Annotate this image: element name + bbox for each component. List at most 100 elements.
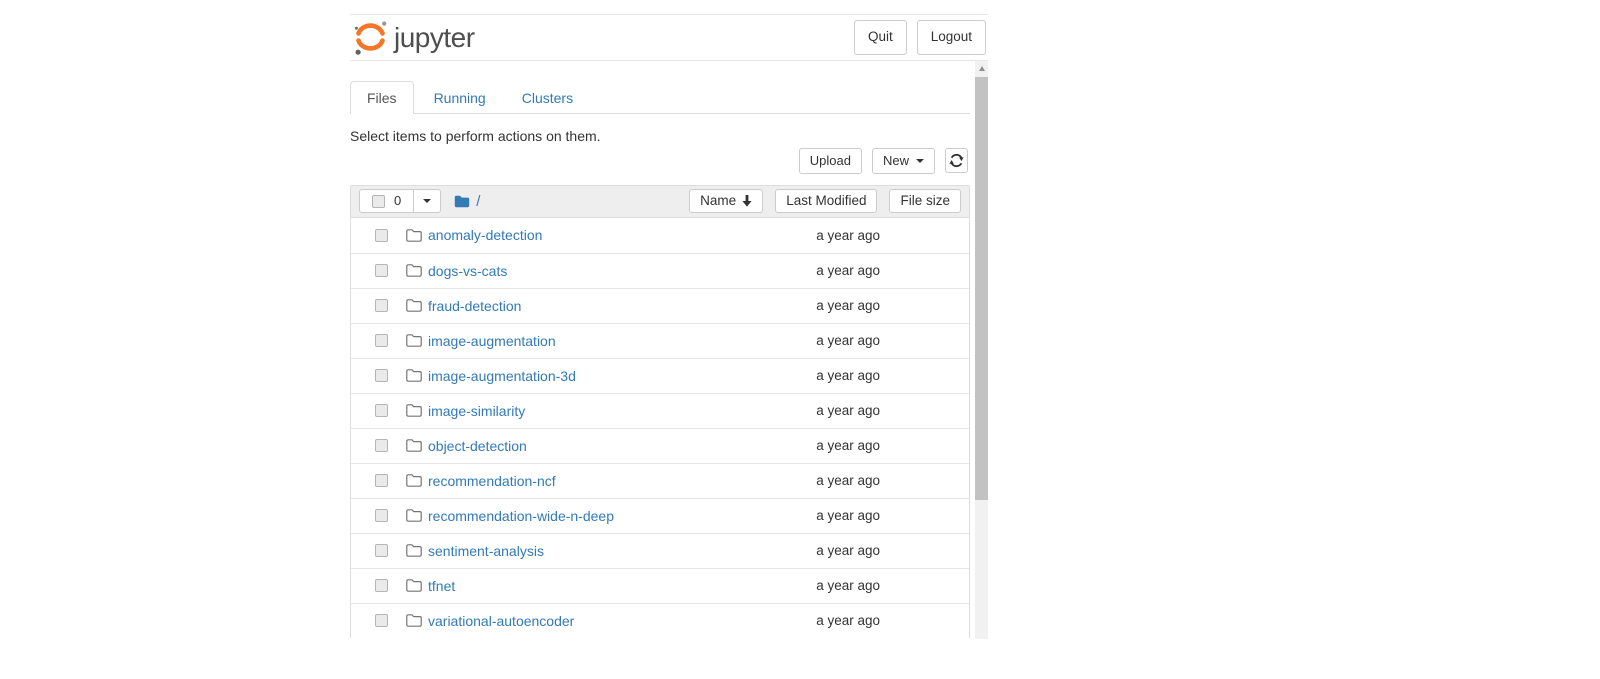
table-row: anomaly-detection a year ago: [351, 218, 969, 253]
jupyter-logo-text: jupyter: [394, 24, 475, 52]
table-row: tfnet a year ago: [351, 568, 969, 603]
folder-outline-icon: [406, 614, 422, 627]
folder-outline-icon: [406, 369, 422, 382]
row-checkbox[interactable]: [375, 614, 388, 627]
folder-outline-icon: [406, 439, 422, 452]
tab-files[interactable]: Files: [350, 81, 414, 114]
table-row: variational-autoencoder a year ago: [351, 603, 969, 638]
row-name-link[interactable]: image-augmentation: [428, 333, 556, 349]
row-name-link[interactable]: image-similarity: [428, 403, 525, 419]
row-checkbox[interactable]: [375, 334, 388, 347]
sort-name-label: Name: [700, 193, 736, 209]
sort-last-modified-button[interactable]: Last Modified: [775, 189, 877, 213]
row-modified: a year ago: [816, 333, 880, 348]
row-checkbox[interactable]: [375, 474, 388, 487]
new-dropdown-button[interactable]: New: [872, 148, 935, 174]
tab-bar: Files Running Clusters: [350, 81, 970, 114]
folder-outline-icon: [406, 264, 422, 277]
folder-outline-icon: [406, 229, 422, 242]
row-checkbox[interactable]: [375, 369, 388, 382]
row-modified: a year ago: [816, 578, 880, 593]
select-dropdown-button[interactable]: [414, 189, 441, 213]
folder-outline-icon: [406, 579, 422, 592]
toolbar: Upload New: [350, 148, 970, 174]
row-checkbox[interactable]: [375, 509, 388, 522]
content-viewport: Files Running Clusters Select items to p…: [350, 61, 970, 638]
row-modified: a year ago: [816, 508, 880, 523]
row-name-link[interactable]: object-detection: [428, 438, 527, 454]
row-checkbox[interactable]: [375, 439, 388, 452]
row-name-link[interactable]: sentiment-analysis: [428, 543, 544, 559]
row-modified: a year ago: [816, 543, 880, 558]
tab-clusters[interactable]: Clusters: [506, 81, 589, 114]
logout-button[interactable]: Logout: [917, 20, 986, 54]
refresh-button[interactable]: [945, 148, 968, 173]
table-row: image-augmentation-3d a year ago: [351, 358, 969, 393]
table-row: image-augmentation a year ago: [351, 323, 969, 358]
row-name-link[interactable]: image-augmentation-3d: [428, 368, 576, 384]
upload-button[interactable]: Upload: [799, 148, 862, 174]
folder-outline-icon: [406, 474, 422, 487]
file-list-body: anomaly-detection a year ago dogs-vs-cat…: [351, 218, 969, 638]
file-list: 0 / Name: [350, 185, 970, 638]
session-buttons: Quit Logout: [854, 20, 986, 54]
up-triangle-icon: [979, 66, 985, 71]
file-list-header: 0 / Name: [351, 186, 969, 218]
table-row: recommendation-ncf a year ago: [351, 463, 969, 498]
caret-down-icon: [423, 199, 431, 203]
row-checkbox[interactable]: [375, 404, 388, 417]
row-name-link[interactable]: fraud-detection: [428, 298, 521, 314]
row-modified: a year ago: [816, 263, 880, 278]
row-name-link[interactable]: recommendation-ncf: [428, 473, 556, 489]
select-all-group: 0: [359, 189, 441, 213]
folder-outline-icon: [406, 299, 422, 312]
arrow-down-icon: [742, 195, 752, 207]
row-checkbox[interactable]: [375, 229, 388, 242]
jupyter-logo-icon: [354, 19, 387, 56]
jupyter-logo[interactable]: jupyter: [354, 19, 475, 56]
table-row: dogs-vs-cats a year ago: [351, 253, 969, 288]
caret-down-icon: [916, 159, 924, 163]
row-modified: a year ago: [816, 613, 880, 628]
row-checkbox[interactable]: [375, 579, 388, 592]
row-modified: a year ago: [816, 403, 880, 418]
new-dropdown-label: New: [883, 153, 909, 169]
folder-outline-icon: [406, 404, 422, 417]
table-row: fraud-detection a year ago: [351, 288, 969, 323]
row-name-link[interactable]: dogs-vs-cats: [428, 263, 507, 279]
row-modified: a year ago: [816, 298, 880, 313]
select-all-button[interactable]: 0: [359, 189, 414, 213]
table-row: sentiment-analysis a year ago: [351, 533, 969, 568]
table-row: recommendation-wide-n-deep a year ago: [351, 498, 969, 533]
row-checkbox[interactable]: [375, 544, 388, 557]
sort-file-size-button[interactable]: File size: [889, 189, 961, 213]
selected-count: 0: [394, 193, 401, 209]
scroll-up-arrow[interactable]: [975, 61, 988, 76]
row-modified: a year ago: [816, 228, 880, 243]
row-modified: a year ago: [816, 473, 880, 488]
sort-name-button[interactable]: Name: [689, 189, 763, 213]
vertical-scrollbar[interactable]: [975, 61, 988, 639]
quit-button[interactable]: Quit: [854, 20, 907, 54]
row-checkbox[interactable]: [375, 264, 388, 277]
tab-running[interactable]: Running: [418, 81, 502, 114]
instruction-text: Select items to perform actions on them.: [350, 128, 970, 144]
select-all-checkbox[interactable]: [372, 195, 385, 208]
row-name-link[interactable]: tfnet: [428, 578, 455, 594]
folder-outline-icon: [406, 334, 422, 347]
row-name-link[interactable]: variational-autoencoder: [428, 613, 574, 629]
row-name-link[interactable]: recommendation-wide-n-deep: [428, 508, 614, 524]
folder-outline-icon: [406, 509, 422, 522]
breadcrumb[interactable]: /: [476, 193, 480, 210]
header: jupyter Quit Logout: [350, 14, 988, 61]
row-modified: a year ago: [816, 438, 880, 453]
row-name-link[interactable]: anomaly-detection: [428, 227, 542, 243]
table-row: object-detection a year ago: [351, 428, 969, 463]
table-row: image-similarity a year ago: [351, 393, 969, 428]
folder-outline-icon: [406, 544, 422, 557]
row-checkbox[interactable]: [375, 299, 388, 312]
folder-icon: [454, 195, 470, 208]
refresh-icon: [949, 153, 964, 168]
row-modified: a year ago: [816, 368, 880, 383]
scrollbar-thumb[interactable]: [975, 77, 988, 500]
